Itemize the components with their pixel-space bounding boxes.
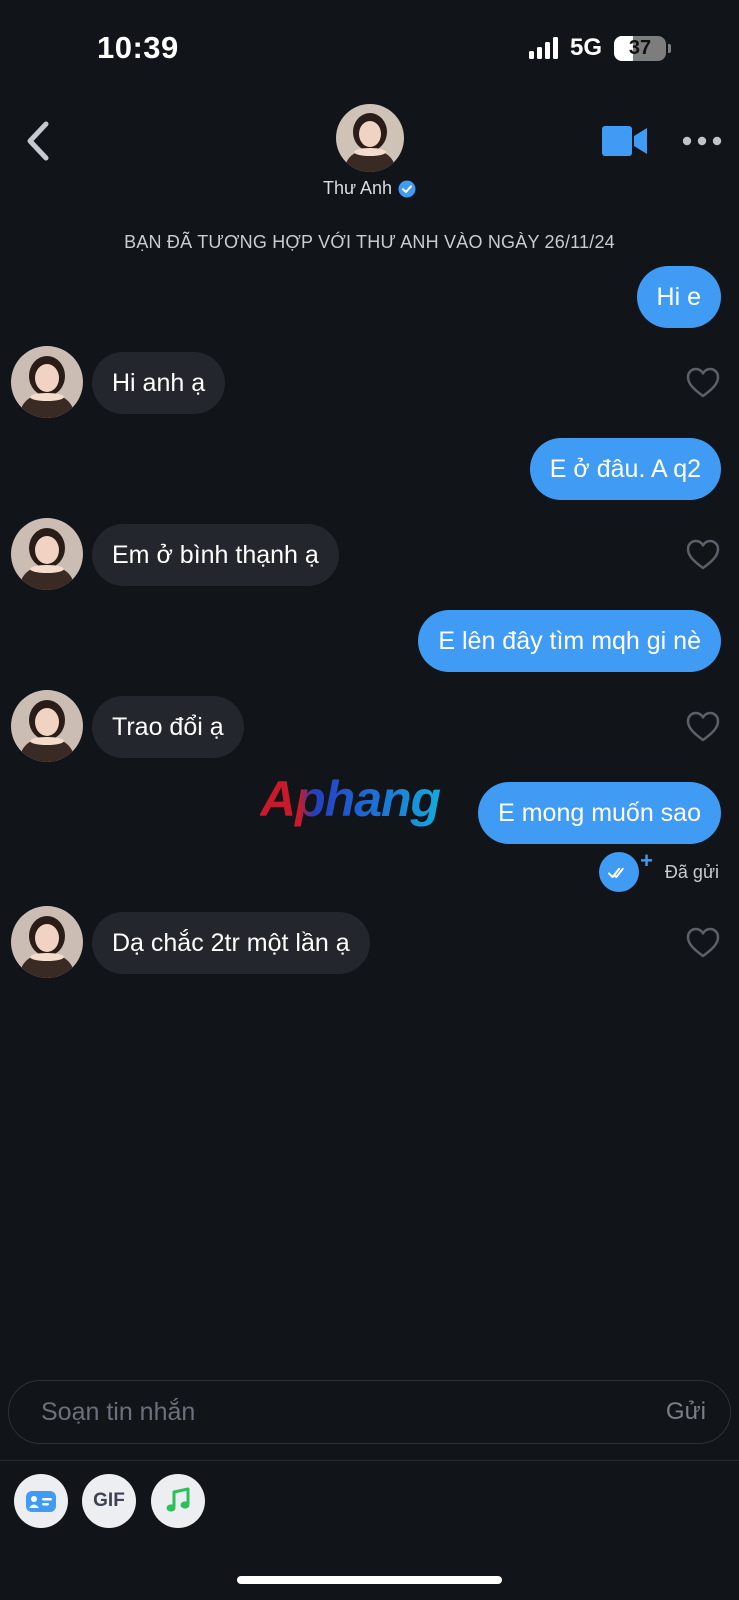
heart-like-icon[interactable] bbox=[686, 539, 720, 571]
message-composer: Gửi bbox=[8, 1380, 731, 1444]
battery-level: 37 bbox=[628, 36, 652, 59]
divider bbox=[0, 1460, 739, 1461]
battery-icon: 37 bbox=[614, 35, 666, 61]
contact-avatar[interactable] bbox=[336, 104, 404, 172]
contact-avatar-small[interactable] bbox=[11, 906, 83, 978]
sent-status: + Đã gửi bbox=[598, 848, 719, 892]
received-message[interactable]: Em ở bình thạnh ạ bbox=[92, 524, 339, 586]
received-message[interactable]: Dạ chắc 2tr một lần ạ bbox=[92, 912, 370, 974]
signal-icon bbox=[528, 37, 558, 59]
video-call-icon[interactable] bbox=[600, 124, 650, 158]
music-note-icon bbox=[166, 1487, 190, 1512]
music-button[interactable] bbox=[151, 1474, 205, 1528]
message-input[interactable] bbox=[41, 1397, 601, 1427]
plus-icon[interactable]: + bbox=[640, 848, 653, 874]
contact-avatar-small[interactable] bbox=[11, 346, 83, 418]
received-message[interactable]: Hi anh ạ bbox=[92, 352, 226, 414]
heart-like-icon[interactable] bbox=[686, 367, 720, 399]
more-options-icon[interactable] bbox=[682, 132, 722, 150]
watermark-logo: Aphang bbox=[260, 771, 441, 827]
send-button[interactable]: Gửi bbox=[666, 1398, 706, 1426]
heart-like-icon[interactable] bbox=[686, 711, 720, 743]
gif-button[interactable]: GIF bbox=[82, 1474, 136, 1528]
back-chevron-icon[interactable] bbox=[22, 118, 56, 164]
contact-avatar-small[interactable] bbox=[11, 690, 83, 762]
read-receipt-icon[interactable]: + bbox=[598, 848, 653, 892]
received-message[interactable]: Trao đổi ạ bbox=[92, 696, 244, 758]
home-indicator bbox=[237, 1576, 502, 1584]
contact-name-row[interactable]: Thư Anh bbox=[0, 178, 739, 199]
sticker-button[interactable] bbox=[14, 1474, 68, 1528]
status-time: 10:39 bbox=[97, 30, 179, 65]
sent-message[interactable]: E ở đâu. A q2 bbox=[529, 438, 721, 500]
status-indicators: 5G 37 bbox=[528, 34, 671, 62]
contact-avatar-small[interactable] bbox=[11, 518, 83, 590]
heart-like-icon[interactable] bbox=[686, 927, 720, 959]
sticker-card-icon bbox=[26, 1491, 56, 1512]
contact-name: Thư Anh bbox=[322, 178, 393, 198]
sent-message[interactable]: E mong muốn sao bbox=[478, 782, 721, 844]
network-type: 5G bbox=[569, 34, 602, 61]
match-date-notice: BẠN ĐÃ TƯƠNG HỢP VỚI THƯ ANH VÀO NGÀY 26… bbox=[124, 232, 615, 252]
sent-message[interactable]: E lên đây tìm mqh gi nè bbox=[418, 610, 721, 672]
verified-badge-icon bbox=[398, 180, 416, 197]
sent-message[interactable]: Hi e bbox=[636, 266, 721, 328]
sent-status-label: Đã gửi bbox=[664, 861, 719, 882]
gif-label: GIF bbox=[93, 1490, 125, 1511]
